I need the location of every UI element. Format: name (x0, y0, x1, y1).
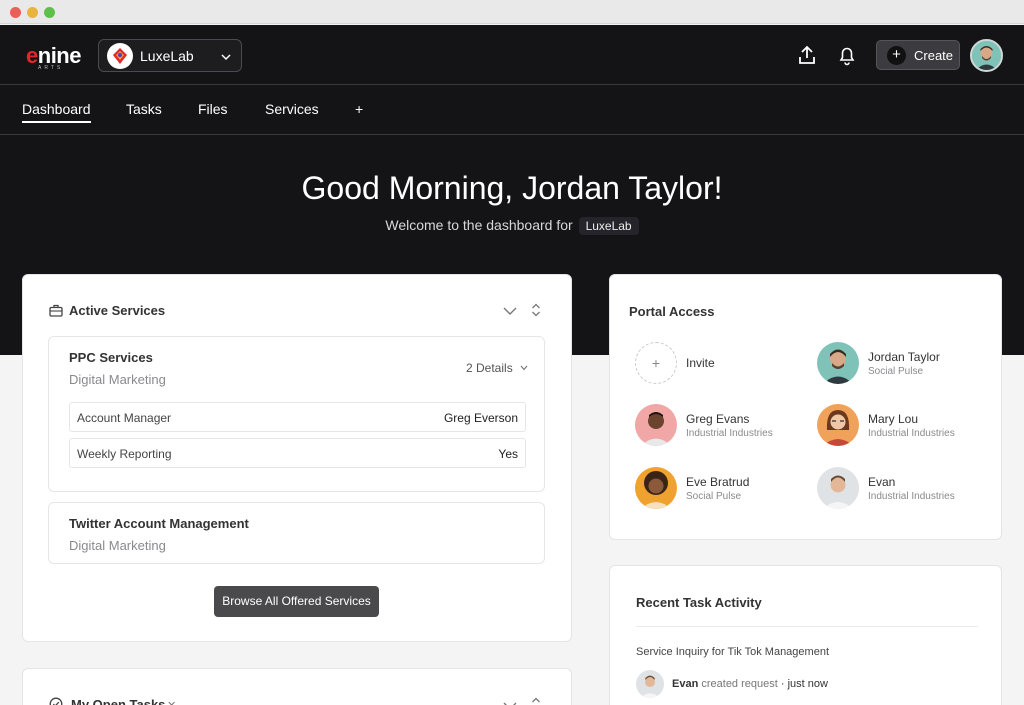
active-services-title: Active Services (69, 303, 166, 318)
expand-collapse-icon[interactable] (531, 696, 541, 705)
divider (636, 626, 978, 627)
plus-icon: + (635, 342, 677, 384)
close-window-button[interactable] (10, 7, 21, 18)
service-card-twitter[interactable]: Twitter Account Management Digital Marke… (48, 502, 545, 564)
top-bar: enine ARTS LuxeLab + Create (0, 25, 1024, 85)
add-tab-button[interactable]: + (355, 101, 363, 117)
minimize-window-button[interactable] (27, 7, 38, 18)
service-name: Twitter Account Management (69, 516, 249, 531)
window-titlebar (0, 0, 1024, 24)
workspace-pill: LuxeLab (578, 217, 639, 235)
plus-icon: + (887, 46, 906, 65)
service-category: Digital Marketing (69, 538, 166, 553)
activity-item: Evan created request · just now (636, 670, 978, 700)
upload-icon[interactable] (796, 44, 820, 68)
details-toggle[interactable]: 2 Details (466, 361, 528, 375)
portal-access-card: Portal Access + Invite Jordan Taylor Soc… (609, 274, 1002, 540)
avatar (817, 467, 859, 509)
brand-logo-subtitle: ARTS (38, 65, 64, 71)
open-tasks-title: My Open Tasks (71, 697, 166, 705)
welcome-text: Welcome to the dashboard for LuxeLab (0, 217, 1024, 235)
check-circle-icon (49, 697, 63, 705)
avatar (817, 404, 859, 446)
recent-activity-title: Recent Task Activity (636, 595, 762, 610)
avatar (635, 404, 677, 446)
workspace-name: LuxeLab (140, 48, 194, 64)
close-icon[interactable]: ✕ (167, 699, 176, 705)
chevron-down-icon[interactable] (503, 699, 517, 705)
create-button[interactable]: + Create (876, 40, 960, 70)
workspace-logo-icon (107, 43, 133, 69)
detail-row-weekly-reporting: Weekly Reporting Yes (69, 438, 526, 468)
activity-separator: · (780, 678, 785, 690)
chevron-down-icon[interactable] (503, 304, 517, 322)
open-tasks-card: My Open Tasks ✕ (22, 668, 572, 705)
avatar (636, 670, 664, 698)
bell-icon[interactable] (836, 44, 860, 68)
service-name: PPC Services (69, 350, 153, 365)
chevron-down-icon (520, 360, 528, 374)
activity-time: just now (787, 678, 828, 690)
page-title: Good Morning, Jordan Taylor! (301, 170, 723, 206)
activity-task-link[interactable]: Service Inquiry for Tik Tok Management (636, 646, 829, 658)
portal-access-title: Portal Access (629, 304, 715, 319)
avatar (635, 467, 677, 509)
tab-files[interactable]: Files (198, 101, 228, 117)
recent-activity-card: Recent Task Activity Service Inquiry for… (609, 565, 1002, 705)
service-category: Digital Marketing (69, 372, 166, 387)
main-tabs: Dashboard Tasks Files Services + (0, 86, 1024, 135)
detail-row-account-manager: Account Manager Greg Everson (69, 402, 526, 432)
service-card-ppc[interactable]: PPC Services Digital Marketing 2 Details… (48, 336, 545, 492)
workspace-switcher[interactable]: LuxeLab (98, 39, 242, 72)
activity-action: created request (701, 678, 778, 690)
chevron-down-icon (220, 50, 232, 68)
expand-collapse-icon[interactable] (531, 302, 541, 323)
maximize-window-button[interactable] (44, 7, 55, 18)
briefcase-icon (49, 304, 63, 322)
tab-tasks[interactable]: Tasks (126, 101, 162, 117)
avatar (817, 342, 859, 384)
browse-services-button[interactable]: Browse All Offered Services (214, 586, 379, 617)
tab-services[interactable]: Services (265, 101, 319, 117)
tab-dashboard[interactable]: Dashboard (22, 101, 91, 123)
activity-actor: Evan (672, 678, 699, 690)
user-avatar[interactable] (970, 39, 1003, 72)
